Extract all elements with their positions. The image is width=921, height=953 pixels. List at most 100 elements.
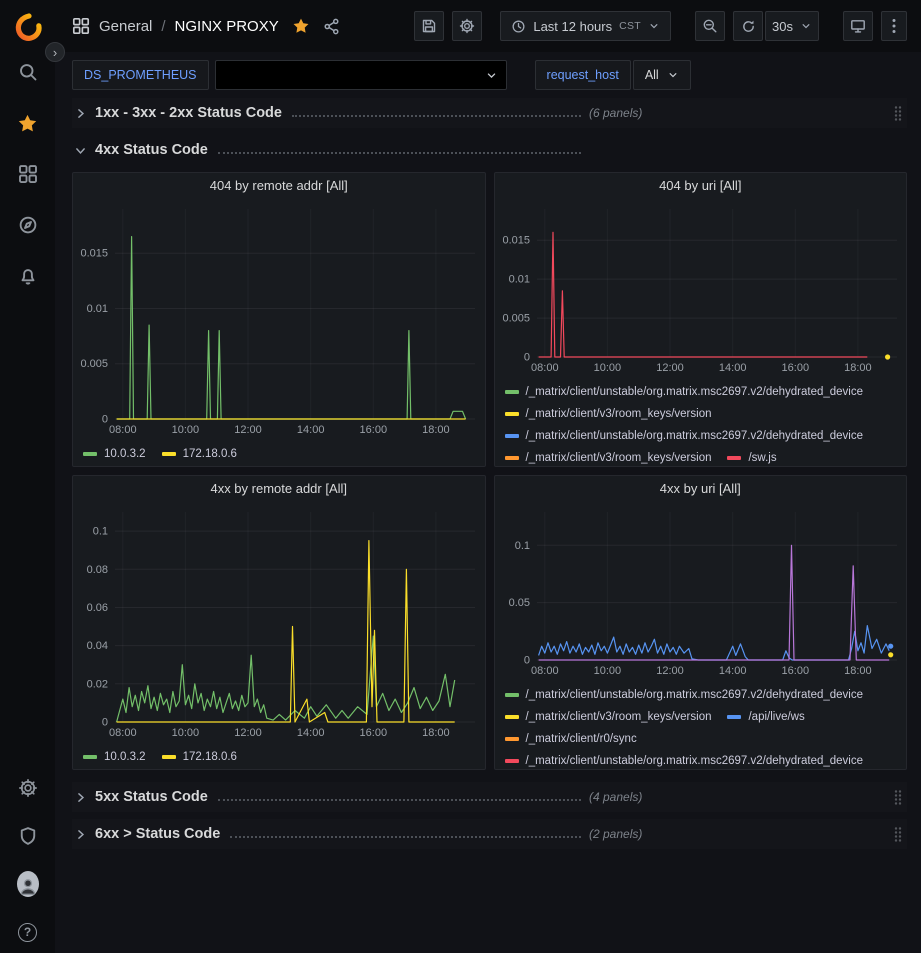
row-header-5xx[interactable]: 5xx Status Code (4 panels) <box>72 782 907 812</box>
row-header-4xx[interactable]: 4xx Status Code <box>72 135 907 165</box>
legend-item[interactable]: 10.0.3.2 <box>83 746 146 768</box>
variable-ds-prometheus-select[interactable] <box>215 60 507 90</box>
svg-text:0.08: 0.08 <box>87 564 108 576</box>
legend-item[interactable]: /_matrix/client/r0/sync <box>505 728 637 750</box>
legend-swatch-icon <box>505 715 519 719</box>
sidebar-item-search[interactable] <box>17 61 39 83</box>
panel-title[interactable]: 404 by remote addr [All] <box>73 173 485 199</box>
panel-4xx-by-remote-addr: 4xx by remote addr [All] 00.020.040.060.… <box>72 475 486 770</box>
svg-text:18:00: 18:00 <box>422 727 450 739</box>
svg-text:0.04: 0.04 <box>87 640 108 652</box>
svg-text:12:00: 12:00 <box>656 665 684 677</box>
legend-item[interactable]: /_matrix/client/unstable/org.matrix.msc2… <box>505 750 864 769</box>
row-header-6xx[interactable]: 6xx > Status Code (2 panels) <box>72 819 907 849</box>
breadcrumb: General / NGINX PROXY <box>72 17 279 35</box>
dashboard-header: General / NGINX PROXY Last 12 hours CST … <box>55 0 921 52</box>
row-panel-count: (6 panels) <box>589 106 642 120</box>
row-drag-handle[interactable] <box>893 826 903 842</box>
sidebar-item-configuration[interactable] <box>17 777 39 799</box>
variable-value-text: All <box>645 68 659 82</box>
title-actions <box>292 17 340 35</box>
svg-text:0.05: 0.05 <box>508 597 529 609</box>
legend-swatch-icon <box>162 452 176 456</box>
dashboard-body: DS_PROMETHEUS request_host All 1xx - 3xx… <box>55 52 921 953</box>
legend-item[interactable]: /_matrix/client/v3/room_keys/version <box>505 447 712 466</box>
svg-text:08:00: 08:00 <box>109 424 137 436</box>
legend-row: /_matrix/client/unstable/org.matrix.msc2… <box>505 684 897 706</box>
chart-legend: /_matrix/client/unstable/org.matrix.msc2… <box>495 377 907 466</box>
svg-text:08:00: 08:00 <box>531 665 559 677</box>
time-range-label: Last 12 hours <box>533 19 612 34</box>
save-dashboard-button[interactable] <box>414 11 444 41</box>
timeseries-chart[interactable]: 00.050.108:0010:0012:0014:0016:0018:00 <box>495 502 907 680</box>
timeseries-chart[interactable]: 00.0050.010.01508:0010:0012:0014:0016:00… <box>495 199 907 377</box>
legend-item[interactable]: /_matrix/client/v3/room_keys/version <box>505 706 712 728</box>
svg-text:0.1: 0.1 <box>93 526 108 538</box>
time-range-picker[interactable]: Last 12 hours CST <box>500 11 671 41</box>
variable-label-text: DS_PROMETHEUS <box>84 68 197 82</box>
sidebar-item-starred[interactable] <box>17 112 39 134</box>
legend-row: /_matrix/client/unstable/org.matrix.msc2… <box>505 381 897 403</box>
zoom-out-icon <box>702 18 718 34</box>
timeseries-chart[interactable]: 00.0050.010.01508:0010:0012:0014:0016:00… <box>73 199 485 439</box>
legend-item[interactable]: /_matrix/client/unstable/org.matrix.msc2… <box>505 684 864 706</box>
row-drag-handle[interactable] <box>893 789 903 805</box>
dashboards-grid-icon <box>18 164 38 184</box>
svg-text:0.06: 0.06 <box>87 602 108 614</box>
sidebar-collapse-button[interactable]: › <box>45 42 65 62</box>
legend-item[interactable]: /_matrix/client/v3/room_keys/version <box>505 403 712 425</box>
svg-text:0.005: 0.005 <box>80 358 108 370</box>
share-icon[interactable] <box>323 18 340 35</box>
legend-row: /_matrix/client/r0/sync <box>505 728 897 750</box>
refresh-button[interactable] <box>733 11 763 41</box>
breadcrumb-page-title[interactable]: NGINX PROXY <box>175 18 279 35</box>
breadcrumb-section[interactable]: General <box>99 18 152 35</box>
row-drag-handle[interactable] <box>893 105 903 121</box>
sidebar-item-server-admin[interactable] <box>17 825 39 847</box>
chevron-right-icon <box>74 791 88 804</box>
kebab-menu-icon <box>892 18 896 34</box>
refresh-interval-picker[interactable]: 30s <box>765 11 819 41</box>
sidebar-item-alerting[interactable] <box>17 265 39 287</box>
panel-title[interactable]: 4xx by remote addr [All] <box>73 476 485 502</box>
sidebar-item-profile[interactable] <box>17 873 39 895</box>
legend-item[interactable]: 172.18.0.6 <box>162 443 237 465</box>
user-avatar <box>17 871 39 897</box>
variable-request-host-select[interactable]: All <box>633 60 691 90</box>
legend-item[interactable]: /_matrix/client/unstable/org.matrix.msc2… <box>505 381 864 403</box>
sidebar-item-help[interactable]: ? <box>17 921 39 943</box>
panel-404-by-remote-addr: 404 by remote addr [All] 00.0050.010.015… <box>72 172 486 467</box>
favorite-star-icon[interactable] <box>292 17 310 35</box>
timeseries-chart[interactable]: 00.020.040.060.080.108:0010:0012:0014:00… <box>73 502 485 742</box>
compass-icon <box>18 215 38 235</box>
chart-legend: 10.0.3.2 172.18.0.6 <box>73 742 485 768</box>
dashboard-settings-button[interactable] <box>452 11 482 41</box>
legend-item[interactable]: 172.18.0.6 <box>162 746 237 768</box>
grafana-logo-icon[interactable] <box>12 11 44 43</box>
row-title: 6xx > Status Code <box>95 826 220 842</box>
svg-text:10:00: 10:00 <box>593 362 621 374</box>
variable-ds-prometheus-label[interactable]: DS_PROMETHEUS <box>72 60 209 90</box>
legend-item[interactable]: 10.0.3.2 <box>83 443 146 465</box>
svg-text:0.02: 0.02 <box>87 678 108 690</box>
svg-text:08:00: 08:00 <box>531 362 559 374</box>
row-title: 5xx Status Code <box>95 789 208 805</box>
panel-title[interactable]: 404 by uri [All] <box>495 173 907 199</box>
more-options-button[interactable] <box>881 11 907 41</box>
shield-icon <box>18 826 38 846</box>
legend-item[interactable]: /api/live/ws <box>727 706 804 728</box>
monitor-icon <box>850 18 866 34</box>
panel-title[interactable]: 4xx by uri [All] <box>495 476 907 502</box>
sidebar-item-explore[interactable] <box>17 214 39 236</box>
panel-404-by-uri: 404 by uri [All] 00.0050.010.01508:0010:… <box>494 172 908 467</box>
sidebar-item-dashboards[interactable] <box>17 163 39 185</box>
zoom-out-button[interactable] <box>695 11 725 41</box>
save-icon <box>421 18 437 34</box>
row-dots-leader <box>218 799 581 801</box>
legend-item[interactable]: /_matrix/client/unstable/org.matrix.msc2… <box>505 425 864 447</box>
variable-request-host-label[interactable]: request_host <box>535 60 631 90</box>
tv-mode-button[interactable] <box>843 11 873 41</box>
row-header-1xx-3xx-2xx[interactable]: 1xx - 3xx - 2xx Status Code (6 panels) <box>72 98 907 128</box>
legend-item[interactable]: /sw.js <box>727 447 776 466</box>
refresh-interval-label: 30s <box>772 19 793 34</box>
